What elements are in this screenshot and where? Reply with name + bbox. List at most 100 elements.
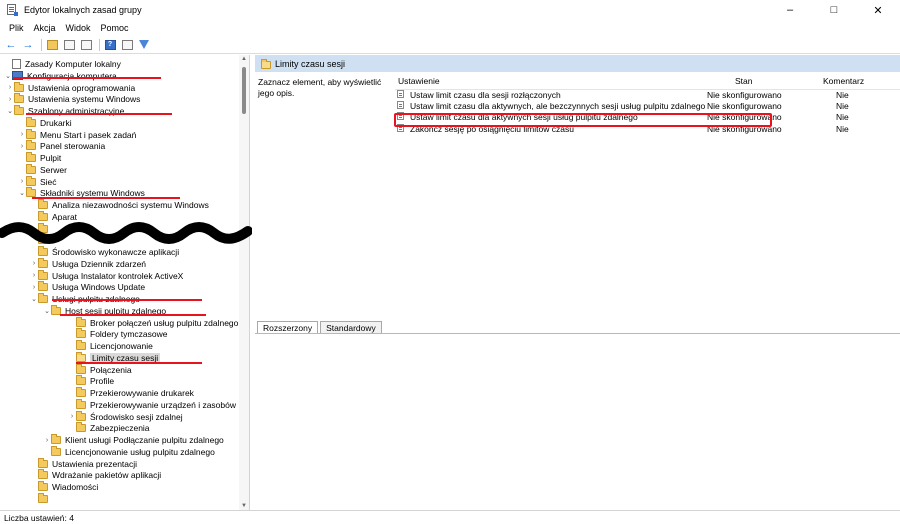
folder-icon (26, 140, 36, 151)
folder-icon (14, 81, 24, 92)
tree-item[interactable]: Serwer (18, 163, 67, 176)
column-header-setting[interactable]: Ustawienie (398, 76, 440, 86)
tree-item[interactable]: Broker połączeń usług pulpitu zdalnego (68, 316, 239, 329)
chevron-down-icon[interactable]: ⌄ (6, 107, 14, 115)
policy-setting-icon (397, 100, 404, 109)
chevron-right-icon[interactable]: › (6, 96, 14, 103)
tree-item[interactable]: › Klient usługi Podłączanie pulpitu zdaln… (43, 434, 224, 446)
chevron-right-icon[interactable]: › (18, 143, 26, 150)
tree-item[interactable]: Wiadomości (30, 481, 98, 493)
settings-pane-header: Limity czasu sesji (255, 55, 900, 72)
chevron-right-icon[interactable]: › (68, 413, 76, 420)
folder-icon (38, 281, 48, 292)
tree-item[interactable]: Profile (68, 375, 114, 387)
chevron-down-icon[interactable]: ⌄ (30, 295, 38, 303)
folder-icon (38, 257, 48, 268)
tree-item-label: Usługa Instalator kontrolek ActiveX (52, 270, 184, 281)
chevron-right-icon[interactable]: › (43, 437, 51, 444)
tree-item-label: Licencjonowanie (90, 341, 153, 351)
tree-item[interactable]: Przekierowywanie drukarek (68, 387, 194, 399)
tree-item[interactable]: Licencjonowanie (68, 340, 153, 352)
chevron-down-icon[interactable]: ⌄ (43, 307, 51, 315)
tree-item[interactable]: ⌄ Szablony administracyjne (6, 105, 124, 117)
folder-open-icon (261, 58, 271, 69)
tree-item[interactable]: Przekierowywanie urządzeń i zasobów (68, 398, 236, 411)
tree-item[interactable]: › Usługa Dziennik zdarzeń (30, 257, 146, 270)
chevron-right-icon[interactable]: › (6, 84, 14, 91)
forward-arrow-icon[interactable]: → (21, 38, 35, 52)
menu-action[interactable]: Akcja (29, 23, 61, 33)
tree-item[interactable]: › Ustawienia systemu Windows (6, 93, 140, 105)
tree-item-label: Sieć (40, 176, 57, 187)
title-bar: Edytor lokalnych zasad grupy – □ ✕ (0, 0, 900, 20)
back-arrow-icon[interactable]: ← (4, 38, 18, 52)
table-row[interactable]: Ustaw limit czasu dla aktywnych, ale bez… (395, 100, 900, 113)
close-button[interactable]: ✕ (856, 0, 900, 20)
tree-item[interactable]: › Środowisko sesji zdalnej (68, 410, 183, 423)
folder-up-icon[interactable] (45, 38, 59, 52)
tree-item[interactable]: Licencjonowanie usług pulpitu zdalnego (43, 445, 215, 458)
tree-item[interactable]: Zasady Komputer lokalny (4, 58, 121, 70)
folder-icon (38, 457, 48, 468)
tree-item[interactable]: › Usługa Windows Update (30, 281, 145, 293)
tree-item[interactable] (30, 492, 52, 505)
tree-item-label: Broker połączeń usług pulpitu zdalnego (90, 317, 239, 328)
tree-item[interactable]: Wdrażanie pakietów aplikacji (30, 469, 161, 481)
maximize-button[interactable]: □ (812, 0, 856, 20)
menu-file[interactable]: Plik (4, 23, 29, 33)
policy-tree: Zasady Komputer lokalny ⌄ Konfiguracja kom… (0, 55, 240, 510)
menu-view[interactable]: Widok (61, 23, 96, 33)
tab-standard[interactable]: Standardowy (320, 321, 382, 333)
tree-item-label: Licencjonowanie usług pulpitu zdalnego (65, 446, 215, 457)
filter-icon[interactable] (137, 38, 151, 52)
folder-icon (38, 481, 48, 491)
tab-extended[interactable]: Rozszerzony (257, 321, 319, 333)
current-folder-title: Limity czasu sesji (275, 58, 346, 69)
tree-item-label: Panel sterowania (40, 141, 106, 152)
tree-item[interactable]: › Menu Start i pasek zadań (18, 128, 136, 141)
column-header-state[interactable]: Stan (735, 76, 753, 86)
tree-item-label: Wdrażanie pakietów aplikacji (52, 470, 162, 481)
tree-item[interactable]: › Sieć (18, 175, 57, 188)
setting-comment: Nie (836, 123, 849, 134)
properties-icon[interactable] (120, 38, 134, 52)
tree-item[interactable]: Połączenia (68, 363, 132, 376)
chevron-right-icon[interactable]: › (18, 131, 26, 138)
tree-item-label: Ustawienia systemu Windows (28, 94, 141, 105)
folder-icon (76, 316, 86, 327)
tree-item[interactable]: Drukarki (18, 116, 72, 129)
scrollbar-thumb[interactable] (242, 67, 246, 114)
tree-item[interactable]: › Usługa Instalator kontrolek ActiveX (30, 269, 184, 282)
tree-item[interactable]: Pulpit (18, 152, 61, 164)
menu-help[interactable]: Pomoc (96, 23, 134, 33)
chevron-down-icon[interactable]: ⌄ (4, 72, 12, 80)
tree-item[interactable]: › Panel sterowania (18, 140, 105, 152)
chevron-right-icon[interactable]: › (30, 284, 38, 291)
minimize-button[interactable]: – (768, 0, 812, 20)
show-hide-tree-icon[interactable] (62, 38, 76, 52)
tree-item[interactable]: Ustawienia prezentacji (30, 457, 138, 470)
tree-item[interactable]: › Ustawienia oprogramowania (6, 81, 135, 94)
tree-item[interactable]: Zabezpieczenia (68, 422, 150, 434)
scroll-up-arrow-icon[interactable]: ▲ (241, 56, 247, 62)
tree-scrollbar[interactable]: ▲ ▼ (239, 55, 249, 510)
list-header: Ustawienie Stan Komentarz (395, 75, 900, 89)
tree-item[interactable]: Foldery tymczasowe (68, 328, 167, 340)
column-header-comment[interactable]: Komentarz (823, 76, 864, 86)
chevron-right-icon[interactable]: › (18, 178, 26, 185)
tree-item-label: Ustawienia prezentacji (52, 458, 138, 469)
chevron-down-icon[interactable]: ⌄ (18, 189, 26, 197)
chevron-right-icon[interactable]: › (30, 272, 38, 279)
tree-item[interactable]: ⌄ Konfiguracja komputera (4, 70, 117, 82)
table-row[interactable]: Ustaw limit czasu dla sesji rozłączonych… (395, 89, 900, 101)
policy-setting-icon (397, 90, 404, 98)
setting-comment: Nie (836, 100, 849, 111)
annotation-underline (13, 77, 161, 79)
export-list-icon[interactable] (79, 38, 93, 52)
status-bar: Liczba ustawień: 4 (0, 510, 900, 524)
tree-item-label: Foldery tymczasowe (90, 329, 168, 340)
chevron-right-icon[interactable]: › (30, 260, 38, 267)
scroll-down-arrow-icon[interactable]: ▼ (241, 503, 247, 509)
tree-item-label: Przekierowywanie urządzeń i zasobów (90, 399, 236, 410)
help-icon[interactable]: ? (103, 38, 117, 52)
